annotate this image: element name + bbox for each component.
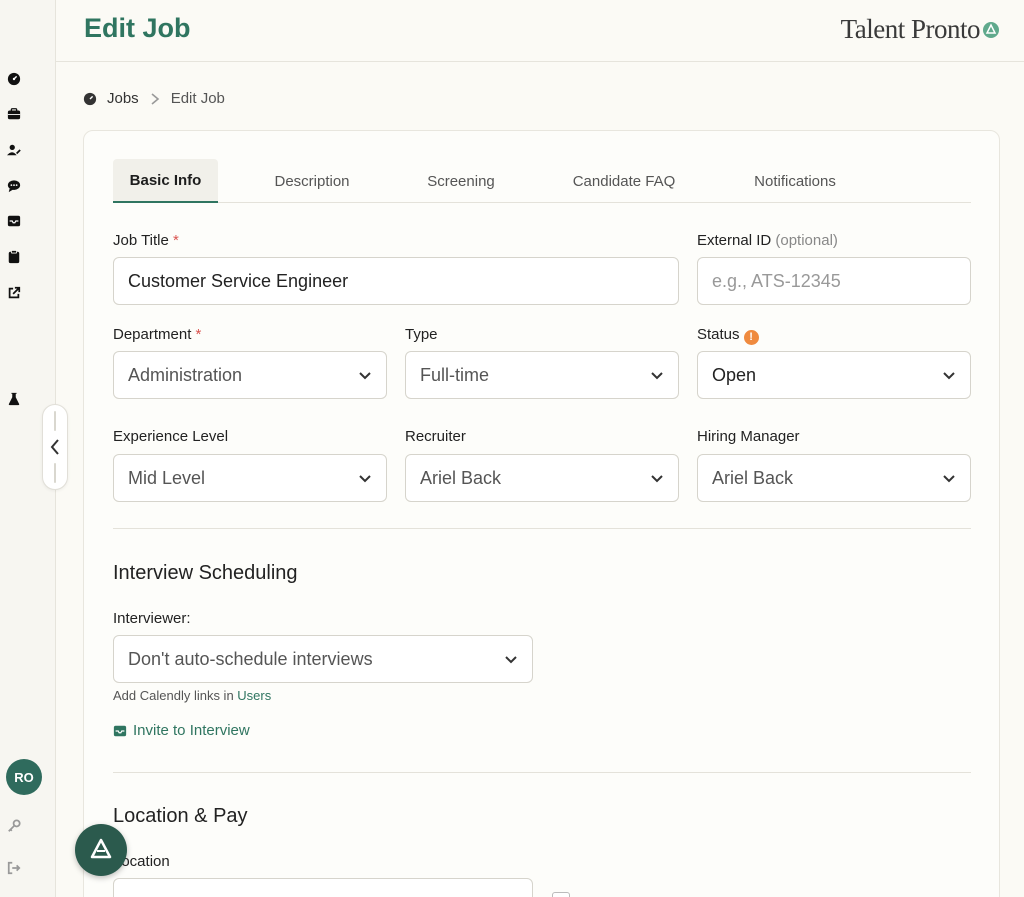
chevron-down-icon [943, 475, 955, 483]
location-select[interactable] [113, 878, 533, 897]
chevron-right-icon [151, 92, 159, 105]
invite-to-interview-link[interactable]: Invite to Interview [113, 722, 250, 739]
avatar[interactable]: RO [6, 759, 42, 795]
inbox-icon[interactable] [5, 212, 23, 230]
job-title-label: Job Title * [113, 232, 179, 249]
external-id-input[interactable]: e.g., ATS-12345 [697, 257, 971, 305]
type-label: Type [405, 326, 438, 343]
logout-icon[interactable] [5, 859, 23, 877]
breadcrumb-jobs-link[interactable]: Jobs [107, 90, 139, 107]
status-value: Open [712, 364, 757, 385]
page-title: Edit Job [84, 13, 191, 43]
chevron-down-icon [359, 475, 371, 483]
experience-level-label: Experience Level [113, 428, 229, 445]
interviewer-label: Interviewer: [113, 610, 191, 627]
flask-icon[interactable] [5, 390, 23, 408]
type-select[interactable]: Full-time [405, 351, 679, 399]
calendly-help-text: Add Calendly links in Users [113, 688, 271, 703]
recruiter-label: Recruiter [405, 428, 466, 445]
chevron-down-icon [651, 372, 663, 380]
brand-name: Talent Pronto [840, 14, 981, 44]
inbox-icon [113, 725, 127, 736]
tab-notifications[interactable]: Notifications [727, 159, 863, 203]
key-icon[interactable] [5, 817, 23, 835]
job-title-label-text: Job Title [113, 232, 169, 249]
required-marker: * [195, 326, 202, 343]
chevron-down-icon [359, 372, 371, 380]
experience-level-select[interactable]: Mid Level [113, 454, 387, 502]
chevron-down-icon [943, 372, 955, 380]
warning-icon[interactable]: ! [743, 330, 759, 345]
section-divider [113, 528, 971, 529]
remote-checkbox[interactable] [552, 892, 570, 897]
external-id-label: External ID (optional) [697, 232, 838, 249]
breadcrumb-current: Edit Job [170, 90, 225, 107]
department-value: Administration [128, 364, 243, 385]
job-title-value: Customer Service Engineer [128, 270, 349, 291]
interviewer-value: Don't auto-schedule interviews [128, 648, 373, 669]
recruiter-value: Ariel Back [420, 467, 502, 488]
brand-logo: Talent Pronto [841, 14, 1000, 45]
tab-candidate-faq[interactable]: Candidate FAQ [549, 159, 699, 203]
chevron-down-icon [651, 475, 663, 483]
required-marker: * [173, 232, 179, 249]
status-label: Status! [697, 326, 759, 345]
interview-scheduling-title: Interview Scheduling [113, 562, 298, 584]
chevron-left-icon [50, 439, 59, 455]
users-link[interactable]: Users [237, 688, 271, 703]
department-select[interactable]: Administration [113, 351, 387, 399]
type-value: Full-time [420, 364, 490, 385]
chevron-down-icon [505, 656, 517, 664]
external-id-placeholder: e.g., ATS-12345 [712, 270, 841, 291]
external-link-icon[interactable] [5, 284, 23, 302]
tab-bar: Basic Info Description Screening Candida… [113, 159, 971, 203]
optional-marker: (optional) [775, 232, 838, 249]
hiring-manager-label: Hiring Manager [697, 428, 800, 445]
chat-icon[interactable] [5, 177, 23, 195]
status-label-text: Status [697, 326, 740, 343]
breadcrumb: Jobs Edit Job [83, 90, 225, 107]
page-header: Edit Job Talent Pronto [56, 0, 1024, 62]
external-id-label-text: External ID [697, 232, 772, 249]
invite-to-interview-label: Invite to Interview [133, 722, 250, 739]
tab-basic-info[interactable]: Basic Info [113, 159, 218, 203]
location-pay-title: Location & Pay [113, 805, 248, 827]
status-select[interactable]: Open [697, 351, 971, 399]
section-divider [113, 772, 971, 773]
handle-grip-bottom [54, 463, 56, 483]
interviewer-select[interactable]: Don't auto-schedule interviews [113, 635, 533, 683]
edit-job-card: Basic Info Description Screening Candida… [83, 130, 1000, 897]
job-title-input[interactable]: Customer Service Engineer [113, 257, 679, 305]
briefcase-icon[interactable] [5, 105, 23, 123]
dashboard-icon [83, 92, 97, 105]
recruiter-select[interactable]: Ariel Back [405, 454, 679, 502]
hiring-manager-select[interactable]: Ariel Back [697, 454, 971, 502]
experience-level-value: Mid Level [128, 467, 206, 488]
tab-description[interactable]: Description [251, 159, 373, 203]
assistant-chat-button[interactable] [75, 824, 127, 876]
clipboard-icon[interactable] [5, 248, 23, 266]
calendly-help-prefix: Add Calendly links in [113, 688, 238, 703]
dashboard-icon[interactable] [5, 70, 23, 88]
user-edit-icon[interactable] [5, 141, 23, 159]
hiring-manager-value: Ariel Back [712, 467, 794, 488]
tab-screening[interactable]: Screening [401, 159, 521, 203]
handle-grip-top [54, 411, 56, 431]
department-label-text: Department [113, 326, 192, 343]
sidebar-collapse-handle[interactable] [42, 404, 68, 490]
department-label: Department * [113, 326, 201, 343]
brand-mark-icon [983, 21, 999, 38]
assistant-logo-icon [90, 838, 112, 859]
